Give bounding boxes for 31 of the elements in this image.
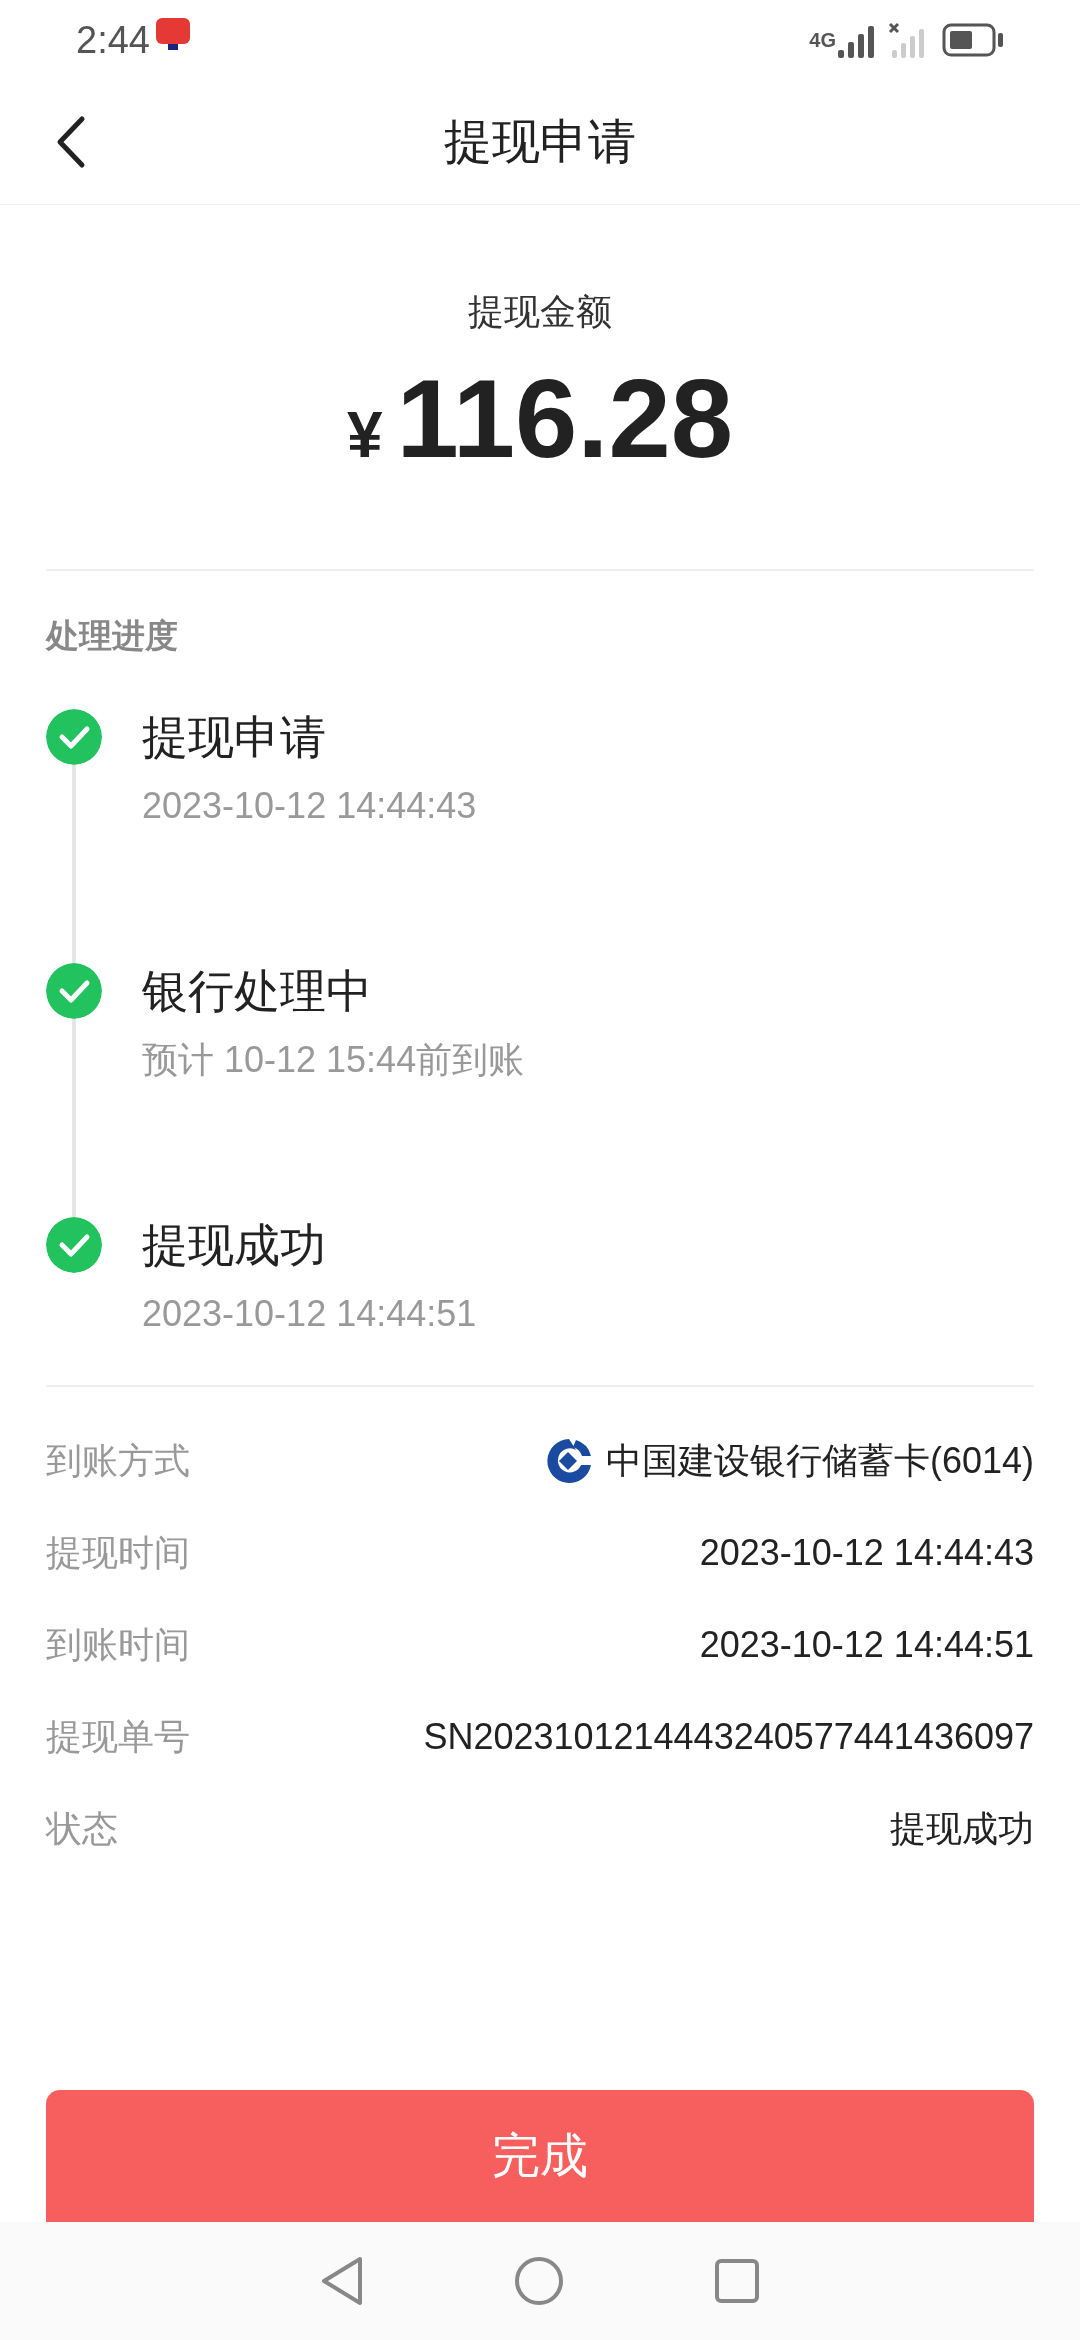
- detail-label: 到账时间: [46, 1622, 190, 1667]
- nav-home-icon[interactable]: [514, 2256, 564, 2306]
- amount-label: 提现金额: [468, 290, 612, 334]
- app-icon: [155, 18, 190, 52]
- step-title: 提现成功: [142, 1217, 327, 1273]
- detail-value: SN2023101214443240577441436097: [423, 1714, 1034, 1759]
- done-button[interactable]: 完成: [46, 2090, 1034, 2222]
- step-title: 提现申请: [142, 709, 327, 765]
- step-detail: 2023-10-12 14:44:51: [142, 1291, 477, 1336]
- status-time: 2:44: [76, 17, 150, 63]
- detail-label: 到账方式: [46, 1438, 190, 1483]
- detail-value: 中国建设银行储蓄卡(6014): [605, 1438, 1034, 1483]
- step-detail: 2023-10-12 14:44:43: [142, 783, 477, 828]
- step-detail: 预计 10-12 15:44前到账: [142, 1037, 525, 1082]
- section-title: 处理进度: [46, 617, 178, 654]
- nav-back-icon[interactable]: [320, 2256, 364, 2306]
- amount-value: 116.28: [396, 355, 733, 483]
- currency-symbol: ¥: [347, 398, 383, 473]
- back-icon: [56, 115, 86, 169]
- detail-value: 提现成功: [890, 1806, 1034, 1851]
- detail-value: 2023-10-12 14:44:43: [699, 1530, 1034, 1575]
- page-title: 提现申请: [444, 114, 636, 170]
- detail-label: 提现时间: [46, 1530, 190, 1575]
- network-label: 4G: [809, 30, 836, 50]
- nav-recents-icon[interactable]: [714, 2258, 760, 2304]
- detail-value: 2023-10-12 14:44:51: [699, 1622, 1034, 1667]
- step-title: 银行处理中: [142, 963, 373, 1019]
- detail-label: 提现单号: [46, 1714, 190, 1759]
- bank-logo-icon: [545, 1437, 592, 1484]
- detail-label: 状态: [46, 1806, 118, 1851]
- battery-icon: [942, 23, 1004, 57]
